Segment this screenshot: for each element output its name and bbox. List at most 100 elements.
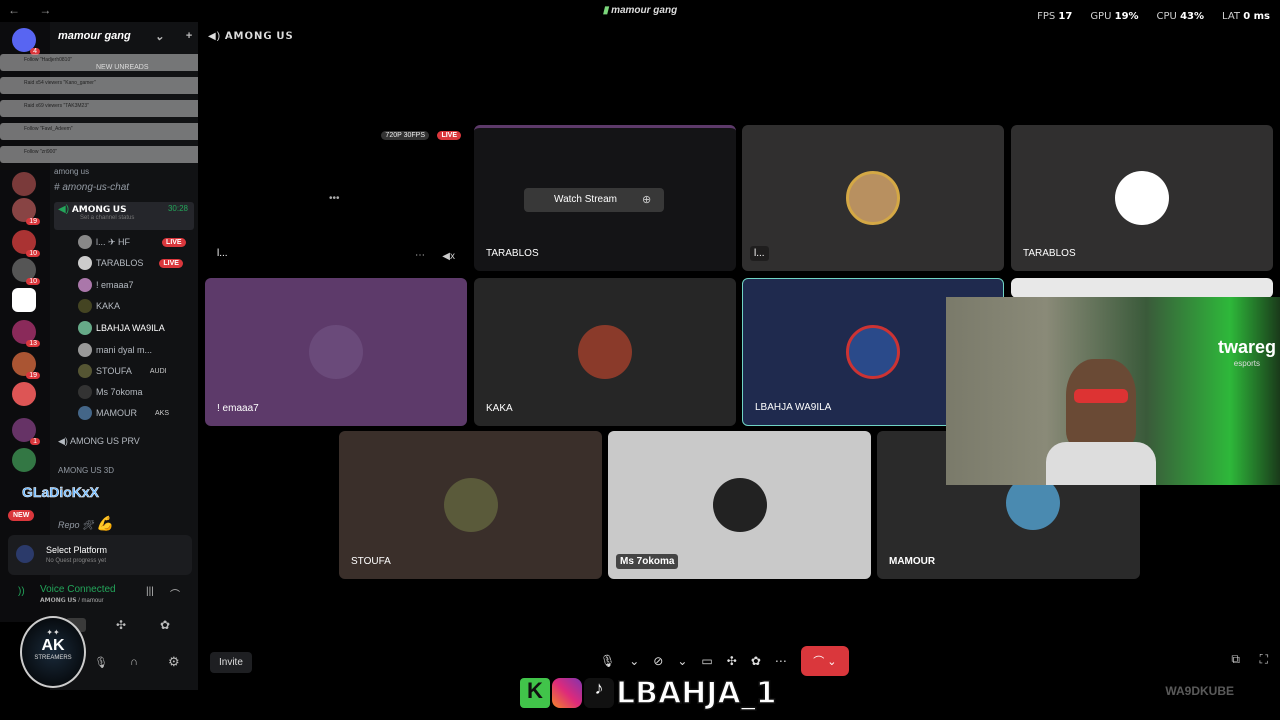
camera-off-icon[interactable]: ⊘ bbox=[653, 654, 663, 668]
ghost-watermark: WA9DKUBE bbox=[1165, 684, 1234, 698]
voice-channel-prv[interactable]: ◀) AMONG US PRV bbox=[58, 436, 198, 447]
new-unreads[interactable]: NEW UNREADS bbox=[96, 64, 149, 71]
server-icon[interactable]: 13 bbox=[12, 320, 40, 347]
social-handle: LBAHJA_1 bbox=[615, 675, 777, 712]
activities-icon[interactable]: ✣ bbox=[116, 618, 126, 632]
invite-button[interactable]: Invite bbox=[210, 652, 252, 673]
avatar bbox=[578, 325, 632, 379]
quest-sub: No Quest progress yet bbox=[46, 558, 107, 564]
overlay-name: GLaDioKxX bbox=[22, 484, 100, 501]
avatar bbox=[309, 325, 363, 379]
voice-user[interactable]: MAMOUR AKS bbox=[78, 405, 169, 421]
server-icon[interactable]: 1 bbox=[12, 418, 40, 445]
soundboard-icon[interactable]: ✿ bbox=[160, 618, 170, 632]
discord-home-icon[interactable]: 4 bbox=[12, 28, 40, 55]
tile-name: TARABLOS bbox=[486, 248, 539, 259]
mic-icon[interactable]: 🎙 bbox=[94, 656, 108, 669]
chevron-down-icon[interactable]: ⌄ bbox=[155, 30, 164, 43]
popout-icon[interactable]: ⊕ bbox=[642, 193, 651, 206]
window-title-text: mamour gang bbox=[611, 5, 678, 16]
text-channel[interactable]: # among-us-chat bbox=[54, 182, 194, 193]
voice-channel-active[interactable]: ◀) 𝗔𝗠𝗢𝗡𝗚 𝗨𝗦 30:28 Set a channel status bbox=[54, 202, 194, 230]
gear-icon[interactable]: ⚙ bbox=[168, 654, 180, 670]
voice-user[interactable]: l... ✈ HF LIVE bbox=[78, 234, 186, 250]
fullscreen-icon[interactable]: ⛶ bbox=[1260, 652, 1268, 667]
sponsor-sub: esports bbox=[1233, 359, 1260, 368]
logo-text: AK bbox=[41, 637, 65, 654]
participant-tile[interactable]: Ms 7okoma bbox=[608, 431, 871, 579]
voice-connected-sub: 𝗔𝗠𝗢𝗡𝗚 𝗨𝗦 / mamour bbox=[40, 598, 104, 604]
speaker-icon: ◀) bbox=[58, 436, 68, 446]
server-icon[interactable] bbox=[12, 172, 36, 196]
server-header[interactable]: mamour gang ⌄ + bbox=[58, 30, 196, 43]
tile-name: Ms 7okoma bbox=[616, 554, 679, 569]
stream-tile[interactable]: 720P 30FPS LIVE ••• l... ⋯ ◀x bbox=[205, 125, 467, 271]
sunglasses bbox=[1074, 389, 1128, 403]
noise-suppression-icon[interactable]: ||| bbox=[146, 586, 154, 597]
participant-tile[interactable]: ! emaaa7 bbox=[205, 278, 467, 426]
server-icon[interactable]: 19 bbox=[12, 352, 40, 379]
quest-title: Select Platform bbox=[46, 545, 108, 555]
tile-name: l... bbox=[750, 246, 769, 261]
disconnect-button[interactable]: ⌒ ⌄ bbox=[800, 646, 849, 676]
participant-tile[interactable]: TARABLOS bbox=[1011, 125, 1273, 271]
new-badge: NEW bbox=[8, 510, 35, 521]
quest-panel[interactable]: Select Platform No Quest progress yet bbox=[8, 535, 192, 575]
category-among-us[interactable]: among us bbox=[54, 167, 194, 176]
participant-tile[interactable]: STOUFA bbox=[339, 431, 602, 579]
volume-mute-icon[interactable]: ◀x bbox=[442, 251, 455, 262]
voice-user[interactable]: TARABLOS LIVE bbox=[78, 255, 183, 271]
tiktok-icon: ♪ bbox=[584, 678, 614, 708]
flex-icon: 💪 bbox=[95, 515, 114, 531]
social-handle-bar: K ♪ LBAHJA_1 bbox=[520, 674, 777, 712]
kick-icon: K bbox=[520, 678, 550, 708]
server-icon[interactable] bbox=[12, 288, 36, 312]
avatar bbox=[1115, 171, 1169, 225]
quality-badge: 720P 30FPS bbox=[381, 131, 429, 140]
more-icon[interactable]: ⋯ bbox=[775, 654, 787, 668]
webcam-overlay: twareg esports bbox=[946, 297, 1280, 485]
avatar bbox=[712, 478, 767, 532]
mic-icon[interactable]: 🎙 bbox=[600, 654, 615, 668]
avatar bbox=[846, 171, 900, 225]
disconnect-icon[interactable]: ⌒ bbox=[170, 586, 180, 601]
screen-share-icon[interactable]: ▭ bbox=[701, 654, 712, 668]
voice-user[interactable]: mani dyal m... bbox=[78, 342, 152, 358]
popout-window-icon[interactable]: ⧉ bbox=[1231, 652, 1240, 667]
voice-user[interactable]: KAKA bbox=[78, 298, 120, 314]
channel-repo[interactable]: Repo 🛠 💪 bbox=[58, 515, 198, 532]
server-icon[interactable]: 10 bbox=[12, 230, 40, 257]
more-icon[interactable]: ⋯ bbox=[415, 250, 425, 261]
participant-tile[interactable]: KAKA bbox=[474, 278, 736, 426]
instagram-icon bbox=[552, 678, 582, 708]
voice-user[interactable]: ! emaaa7 bbox=[78, 277, 134, 293]
stat-fps: FPS 17 bbox=[1037, 11, 1073, 22]
activities-icon[interactable]: ✣ bbox=[727, 654, 737, 668]
eagle-icon: ✦✦ bbox=[46, 628, 60, 637]
participant-tile[interactable] bbox=[1011, 278, 1273, 298]
server-icon[interactable]: 10 bbox=[12, 258, 40, 285]
server-icon[interactable] bbox=[12, 382, 36, 406]
voice-user[interactable]: Ms 7okoma bbox=[78, 384, 143, 400]
category-among-3d[interactable]: AMONG US 3D bbox=[58, 466, 198, 475]
stat-gpu: GPU 19% bbox=[1090, 11, 1139, 22]
chevron-down-icon[interactable]: ⌄ bbox=[677, 654, 687, 668]
voice-user[interactable]: LBAHJA WA9ILA bbox=[78, 320, 165, 336]
speaker-icon: ◀) bbox=[58, 204, 70, 215]
chevron-down-icon[interactable]: ⌄ bbox=[629, 654, 639, 668]
voice-user[interactable]: STOUFA AUDI bbox=[78, 363, 167, 379]
add-user-icon[interactable]: + bbox=[186, 30, 192, 42]
headset-icon[interactable]: ∩ bbox=[130, 656, 138, 668]
quest-icon bbox=[16, 545, 34, 563]
soundboard-icon[interactable]: ✿ bbox=[751, 654, 761, 668]
server-icon[interactable] bbox=[12, 448, 36, 472]
live-badge: LIVE bbox=[437, 131, 461, 140]
stream-tile-preview[interactable]: Watch Stream ⊕ TARABLOS bbox=[474, 125, 736, 271]
perf-stats: FPS 17 GPU 19% CPU 43% LAT 0 ms bbox=[1037, 11, 1270, 22]
tile-name: MAMOUR bbox=[889, 556, 936, 567]
tile-name: TARABLOS bbox=[1023, 248, 1076, 259]
tile-name: KAKA bbox=[486, 403, 513, 414]
tile-name: ! emaaa7 bbox=[217, 403, 259, 414]
participant-tile[interactable]: l... bbox=[742, 125, 1004, 271]
server-icon[interactable]: 19 bbox=[12, 198, 40, 225]
